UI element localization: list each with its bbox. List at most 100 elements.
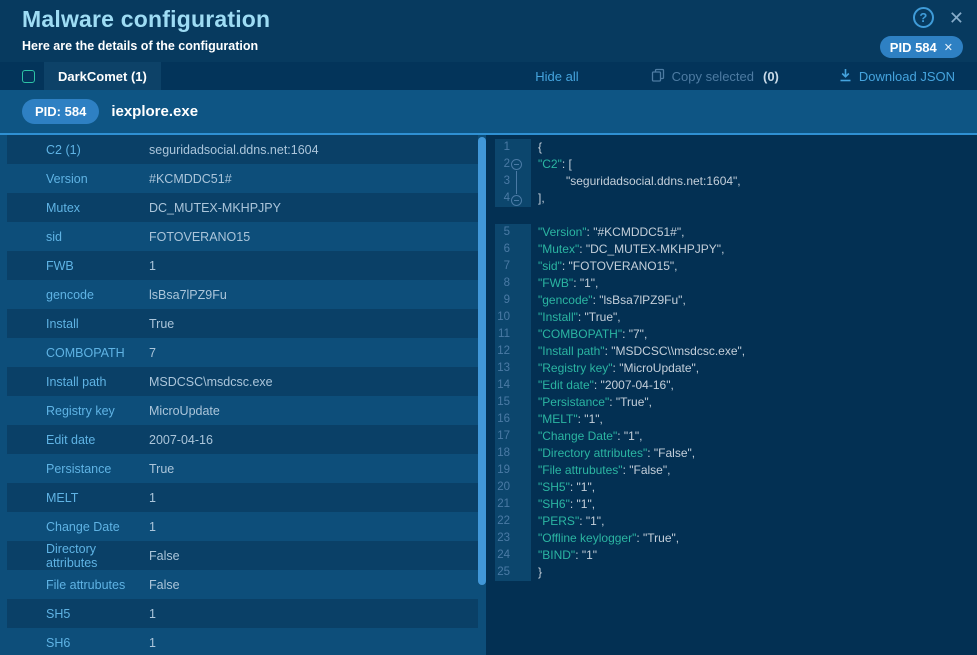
code-line-text: { [531,139,542,156]
row-key: sid [7,230,149,244]
row-value: DC_MUTEX-MKHPJPY [149,201,281,215]
table-row[interactable]: Install pathMSDCSC\msdcsc.exe [7,367,478,396]
json-viewer: 1{2"C2": [3"seguridadsocial.ddns.net:160… [486,135,977,655]
line-number: 17 [495,428,531,445]
row-key: Persistance [7,462,149,476]
row-value: True [149,317,174,331]
row-value: 1 [149,491,156,505]
row-value: True [149,462,174,476]
row-value: #KCMDDC51# [149,172,232,186]
help-icon[interactable]: ? [913,7,934,28]
hide-all-button[interactable]: Hide all [535,69,578,84]
line-number: 21 [495,496,531,513]
left-panel-scrollbar[interactable] [478,137,486,585]
table-row[interactable]: gencodelsBsa7lPZ9Fu [7,280,478,309]
pid-filter-chip[interactable]: PID 584 ✕ [880,36,963,58]
table-row[interactable]: C2 (1)seguridadsocial.ddns.net:1604 [7,135,478,164]
table-row[interactable]: Directory attributesFalse [7,541,478,570]
table-row[interactable]: MELT1 [7,483,478,512]
row-value: MicroUpdate [149,404,220,418]
row-value: FOTOVERANO15 [149,230,250,244]
table-row[interactable]: File attrubutesFalse [7,570,478,599]
tab-label: DarkComet (1) [58,69,147,84]
table-row[interactable]: SH51 [7,599,478,628]
close-icon[interactable]: ✕ [949,9,964,27]
table-row[interactable]: InstallTrue [7,309,478,338]
tab-darkcomet[interactable]: DarkComet (1) [44,62,161,90]
fold-collapse-icon[interactable] [511,159,522,170]
row-value: 7 [149,346,156,360]
fold-connector-line [516,171,517,194]
table-row[interactable]: Registry keyMicroUpdate [7,396,478,425]
code-line-text: "COMBOPATH": "7", [531,326,647,343]
row-value: 1 [149,520,156,534]
table-row[interactable]: Edit date2007-04-16 [7,425,478,454]
code-line-text: "PERS": "1", [531,513,604,530]
code-line: 22"PERS": "1", [495,513,977,530]
row-key: Directory attributes [7,542,149,570]
code-line-text: "SH5": "1", [531,479,595,496]
table-row[interactable]: MutexDC_MUTEX-MKHPJPY [7,193,478,222]
chip-close-icon[interactable]: ✕ [944,41,953,54]
content-area: C2 (1)seguridadsocial.ddns.net:1604Versi… [0,135,977,655]
code-line: 4], [495,190,977,207]
code-line: 17"Change Date": "1", [495,428,977,445]
row-value: 1 [149,607,156,621]
row-value: seguridadsocial.ddns.net:1604 [149,143,319,157]
code-line: 18"Directory attributes": "False", [495,445,977,462]
download-json-button[interactable]: Download JSON [839,68,955,85]
line-number: 22 [495,513,531,530]
row-value: 2007-04-16 [149,433,213,447]
code-line-text: } [531,564,542,581]
code-line-text: "MELT": "1", [531,411,603,428]
code-line: 13"Registry key": "MicroUpdate", [495,360,977,377]
line-number: 3 [495,173,531,190]
code-line-text: "C2": [ [531,156,572,173]
line-number: 12 [495,343,531,360]
select-all-checkbox[interactable] [22,70,35,83]
code-line: 7"sid": "FOTOVERANO15", [495,258,977,275]
line-number: 25 [495,564,531,581]
code-line-text: "Persistance": "True", [531,394,652,411]
table-row[interactable]: Change Date1 [7,512,478,541]
line-number: 7 [495,258,531,275]
table-row[interactable]: FWB1 [7,251,478,280]
row-value: 1 [149,259,156,273]
fold-end-icon[interactable] [511,195,522,206]
table-row[interactable]: PersistanceTrue [7,454,478,483]
code-line: 2"C2": [ [495,156,977,173]
code-line: 25} [495,564,977,581]
download-json-label: Download JSON [859,69,955,84]
table-row[interactable]: COMBOPATH7 [7,338,478,367]
row-key: C2 (1) [7,143,149,157]
line-number: 18 [495,445,531,462]
code-line: 8"FWB": "1", [495,275,977,292]
code-line: 12"Install path": "MSDCSC\\msdcsc.exe", [495,343,977,360]
code-line: 6"Mutex": "DC_MUTEX-MKHPJPY", [495,241,977,258]
code-line: 3"seguridadsocial.ddns.net:1604", [495,173,977,190]
copy-selected-label: Copy selected [672,69,754,84]
row-key: Change Date [7,520,149,534]
row-key: Edit date [7,433,149,447]
code-line-text: "gencode": "lsBsa7lPZ9Fu", [531,292,686,309]
copy-selected-button[interactable]: Copy selected (0) [651,68,779,85]
line-number: 24 [495,547,531,564]
code-line-text: "Edit date": "2007-04-16", [531,377,674,394]
process-header: PID: 584 iexplore.exe [0,90,977,135]
code-line: 10"Install": "True", [495,309,977,326]
row-key: Mutex [7,201,149,215]
malware-configuration-modal: Malware configuration Here are the detai… [0,0,977,655]
code-line [495,207,977,224]
table-row[interactable]: Version#KCMDDC51# [7,164,478,193]
table-row[interactable]: sidFOTOVERANO15 [7,222,478,251]
row-key: SH6 [7,636,149,650]
page-title: Malware configuration [22,6,270,33]
row-key: FWB [7,259,149,273]
code-line: 5"Version": "#KCMDDC51#", [495,224,977,241]
row-value: 1 [149,636,156,650]
table-row[interactable]: SH61 [7,628,478,655]
code-line-text: "seguridadsocial.ddns.net:1604", [531,173,741,190]
line-number: 20 [495,479,531,496]
line-number: 5 [495,224,531,241]
page-subtitle: Here are the details of the configuratio… [22,39,258,53]
